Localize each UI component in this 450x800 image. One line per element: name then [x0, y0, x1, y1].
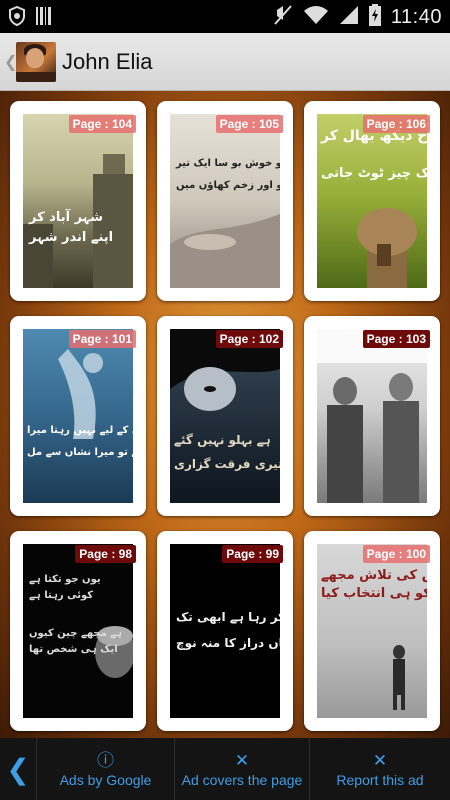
battery-icon	[368, 4, 381, 31]
poetry-card-98[interactable]: یوں جو تکتا ہے کوئی رہتا ہے ہے مجھے چین …	[10, 531, 146, 731]
poetry-image: کر رہا ہے ابھی تک زباں دراز کا منہ نوچ	[170, 544, 280, 718]
poetry-card-104[interactable]: شہر آباد کر اپنے اندر شہر Page : 104	[10, 101, 146, 301]
ad-covers-label: Ad covers the page	[181, 772, 303, 788]
ad-bar: ❮ ⓘ Ads by Google ✕ Ad covers the page ✕…	[0, 738, 450, 800]
barcode-icon	[36, 6, 52, 31]
page-badge: Page : 101	[68, 330, 136, 348]
poetry-card-99[interactable]: کر رہا ہے ابھی تک زباں دراز کا منہ نوچ P…	[157, 531, 293, 731]
page-badge: Page : 105	[215, 115, 283, 133]
ad-covers-button[interactable]: ✕ Ad covers the page	[175, 738, 310, 800]
poetry-card-105[interactable]: ی کمان ہو خوش بو سا ایک تیر ردات ہو اور …	[157, 101, 293, 301]
poetry-image: کسی کے لیے نہیں رہتا میرا ہے تو میرا نشا…	[23, 329, 133, 503]
page-badge: Page : 106	[362, 115, 430, 133]
poetry-grid: شہر آباد کر اپنے اندر شہر Page : 104 ی ک…	[0, 91, 450, 738]
poetry-image	[317, 329, 427, 503]
poetry-image: شہر آباد کر اپنے اندر شہر	[23, 114, 133, 288]
signal-icon	[339, 5, 359, 30]
app-icon[interactable]	[16, 41, 56, 82]
poetry-image: اس طرح دیکھ بھال کر ز ایک چیز ٹوٹ جاتی	[317, 114, 427, 288]
poetry-image: ہے بہلو نہیں گئے تیری فرقت گزاری	[170, 329, 280, 503]
ad-back-button[interactable]: ❮	[0, 738, 37, 800]
page-title: John Elia	[62, 48, 153, 74]
close-icon: ✕	[372, 751, 388, 770]
info-icon: ⓘ	[97, 751, 114, 770]
report-ad-label: Report this ad	[336, 772, 424, 788]
poetry-image: یوں جو تکتا ہے کوئی رہتا ہے ہے مجھے چین …	[23, 544, 133, 718]
status-bar: 11:40	[0, 0, 450, 33]
status-clock: 11:40	[390, 6, 442, 28]
wifi-icon	[303, 5, 329, 30]
page-badge: Page : 104	[68, 115, 136, 133]
report-ad-button[interactable]: ✕ Report this ad	[310, 738, 450, 800]
ads-by-google-label: Ads by Google	[59, 772, 152, 788]
ads-by-google-button[interactable]: ⓘ Ads by Google	[37, 738, 175, 800]
chevron-left-icon: ❮	[6, 753, 30, 785]
up-navigation-icon[interactable]: ❮	[4, 52, 17, 72]
poetry-card-103[interactable]: Page : 103	[304, 316, 440, 516]
shield-icon	[8, 5, 26, 31]
close-icon: ✕	[234, 751, 250, 770]
page-badge: Page : 98	[75, 545, 136, 563]
poetry-card-106[interactable]: اس طرح دیکھ بھال کر ز ایک چیز ٹوٹ جاتی P…	[304, 101, 440, 301]
page-badge: Page : 102	[215, 330, 283, 348]
poetry-card-102[interactable]: ہے بہلو نہیں گئے تیری فرقت گزاری Page : …	[157, 316, 293, 516]
poetry-image: ی شخص کی تلاش مجھے نے خود کو ہی انتخاب ک…	[317, 544, 427, 718]
page-badge: Page : 99	[222, 545, 283, 563]
poetry-card-101[interactable]: کسی کے لیے نہیں رہتا میرا ہے تو میرا نشا…	[10, 316, 146, 516]
poetry-card-100[interactable]: ی شخص کی تلاش مجھے نے خود کو ہی انتخاب ک…	[304, 531, 440, 731]
action-bar: ❮ John Elia	[0, 33, 450, 91]
mute-icon	[273, 4, 293, 31]
page-badge: Page : 103	[362, 330, 430, 348]
page-badge: Page : 100	[362, 545, 430, 563]
poetry-image: ی کمان ہو خوش بو سا ایک تیر ردات ہو اور …	[170, 114, 280, 288]
